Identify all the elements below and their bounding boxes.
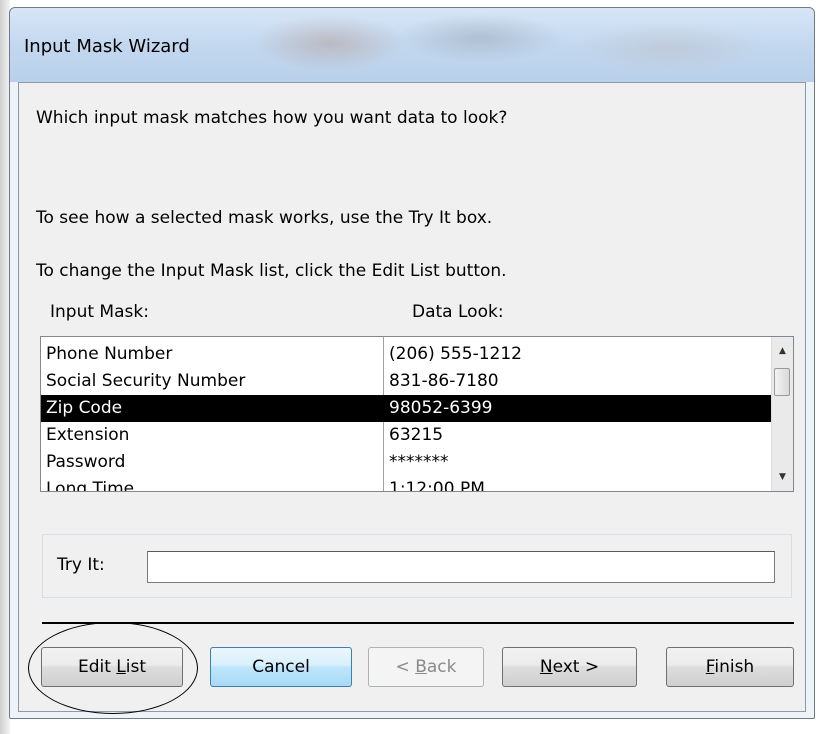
finish-button[interactable]: Finish	[666, 647, 794, 687]
list-item[interactable]: Extension 63215	[41, 422, 771, 449]
back-button[interactable]: < Back	[368, 647, 484, 687]
list-item[interactable]: Long Time 1:12:00 PM	[41, 476, 771, 491]
mask-name: Phone Number	[46, 344, 173, 364]
mask-data-look: 831-86-7180	[389, 371, 499, 391]
try-it-label: Try It:	[57, 555, 105, 575]
cancel-button[interactable]: Cancel	[210, 647, 352, 687]
list-item[interactable]: Phone Number (206) 555-1212	[41, 341, 771, 368]
vertical-scrollbar[interactable]: ▲ ▼	[771, 337, 793, 491]
instruction-text-3: To change the Input Mask list, click the…	[36, 261, 507, 281]
window-title: Input Mask Wizard	[24, 36, 190, 57]
list-item-selected[interactable]: Zip Code 98052-6399	[41, 395, 771, 422]
data-look-column-header: Data Look:	[412, 302, 504, 322]
instruction-text-2: To see how a selected mask works, use th…	[36, 208, 493, 228]
input-mask-list[interactable]: Phone Number (206) 555-1212 Social Secur…	[40, 336, 794, 492]
list-item[interactable]: Password *******	[41, 449, 771, 476]
mask-data-look: 63215	[389, 425, 444, 445]
instruction-text-1: Which input mask matches how you want da…	[36, 108, 508, 128]
mask-data-look: 98052-6399	[389, 398, 493, 418]
mask-name: Password	[46, 452, 126, 472]
mask-data-look: *******	[389, 452, 449, 472]
mask-name: Zip Code	[46, 398, 123, 418]
input-mask-column-header: Input Mask:	[50, 302, 149, 322]
button-separator	[42, 622, 794, 624]
try-it-input[interactable]	[147, 551, 775, 583]
title-bar[interactable]: Input Mask Wizard	[10, 8, 814, 82]
mask-name: Long Time	[46, 479, 135, 491]
mask-data-look: (206) 555-1212	[389, 344, 522, 364]
next-button[interactable]: Next >	[502, 647, 637, 687]
mask-name: Social Security Number	[46, 371, 246, 391]
try-it-group: Try It:	[42, 534, 792, 598]
list-item[interactable]: Social Security Number 831-86-7180	[41, 368, 771, 395]
mask-name: Extension	[46, 425, 130, 445]
scroll-thumb[interactable]	[774, 368, 790, 396]
scroll-up-arrow-icon[interactable]: ▲	[772, 341, 793, 361]
highlight-ellipse	[28, 622, 198, 714]
mask-data-look: 1:12:00 PM	[389, 479, 485, 491]
scroll-down-arrow-icon[interactable]: ▼	[772, 467, 793, 487]
